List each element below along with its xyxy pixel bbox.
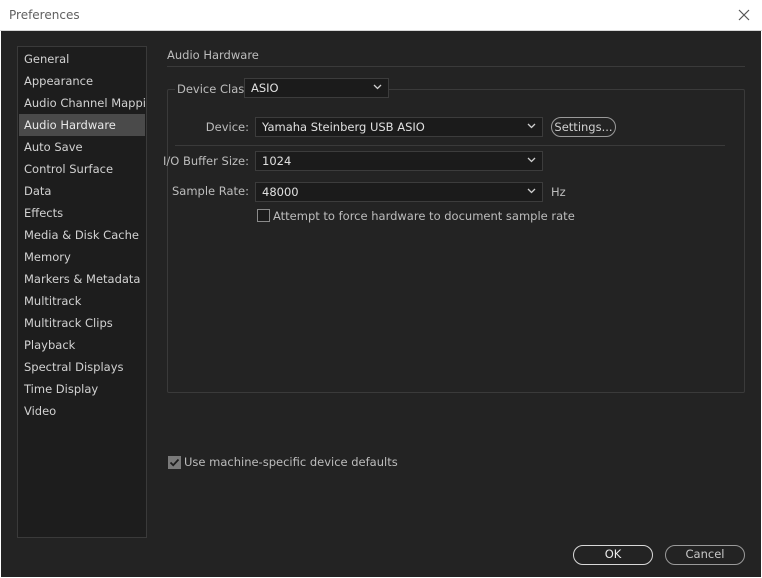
sample-rate-label: Sample Rate: [171, 184, 249, 198]
cancel-button[interactable]: Cancel [665, 545, 745, 565]
preferences-window: Preferences General Appearance Audio Cha… [0, 0, 762, 578]
ok-button[interactable]: OK [573, 545, 653, 565]
device-class-value: ASIO [251, 81, 279, 95]
sidebar-item-video[interactable]: Video [19, 400, 145, 422]
sidebar-item-audio-hardware[interactable]: Audio Hardware [19, 114, 145, 136]
checkmark-icon [169, 458, 180, 467]
machine-defaults-checkbox[interactable] [168, 456, 181, 469]
force-sample-rate-checkbox[interactable] [257, 209, 270, 222]
sidebar-item-spectral-displays[interactable]: Spectral Displays [19, 356, 145, 378]
sidebar-item-general[interactable]: General [19, 48, 145, 70]
sample-rate-select[interactable]: 48000 [255, 182, 543, 202]
section-divider [167, 66, 745, 67]
device-value: Yamaha Steinberg USB ASIO [262, 120, 425, 134]
window-title: Preferences [9, 8, 80, 22]
device-select[interactable]: Yamaha Steinberg USB ASIO [255, 117, 543, 137]
device-class-select[interactable]: ASIO [244, 78, 389, 98]
close-button[interactable] [726, 0, 762, 30]
chevron-down-icon [373, 84, 382, 90]
section-title: Audio Hardware [167, 48, 259, 62]
sidebar-item-appearance[interactable]: Appearance [19, 70, 145, 92]
sidebar-item-markers-metadata[interactable]: Markers & Metadata [19, 268, 145, 290]
chevron-down-icon [527, 123, 536, 129]
buffer-size-label: I/O Buffer Size: [162, 154, 249, 168]
sidebar-item-auto-save[interactable]: Auto Save [19, 136, 145, 158]
sidebar-item-media-disk-cache[interactable]: Media & Disk Cache [19, 224, 145, 246]
sidebar-item-effects[interactable]: Effects [19, 202, 145, 224]
chevron-down-icon [527, 188, 536, 194]
sidebar-item-multitrack-clips[interactable]: Multitrack Clips [19, 312, 145, 334]
buffer-size-select[interactable]: 1024 [255, 151, 543, 171]
sidebar-item-audio-channel-mapping[interactable]: Audio Channel Mapping [19, 92, 145, 114]
sample-rate-unit: Hz [551, 185, 566, 199]
device-divider [175, 145, 725, 146]
settings-button[interactable]: Settings... [551, 117, 616, 137]
sidebar-item-time-display[interactable]: Time Display [19, 378, 145, 400]
sample-rate-value: 48000 [262, 185, 299, 199]
close-icon [738, 9, 750, 21]
chevron-down-icon [527, 157, 536, 163]
category-list: General Appearance Audio Channel Mapping… [17, 46, 147, 538]
dialog-body: General Appearance Audio Channel Mapping… [1, 31, 761, 577]
device-label: Device: [205, 120, 249, 134]
sidebar-item-control-surface[interactable]: Control Surface [19, 158, 145, 180]
force-sample-rate-label[interactable]: Attempt to force hardware to document sa… [273, 209, 575, 223]
device-class-label: Device Class: [177, 82, 255, 96]
sidebar-item-data[interactable]: Data [19, 180, 145, 202]
title-bar: Preferences [0, 0, 762, 31]
buffer-size-value: 1024 [262, 154, 292, 168]
sidebar-item-memory[interactable]: Memory [19, 246, 145, 268]
sidebar-item-playback[interactable]: Playback [19, 334, 145, 356]
sidebar-item-multitrack[interactable]: Multitrack [19, 290, 145, 312]
machine-defaults-label[interactable]: Use machine-specific device defaults [184, 455, 398, 469]
